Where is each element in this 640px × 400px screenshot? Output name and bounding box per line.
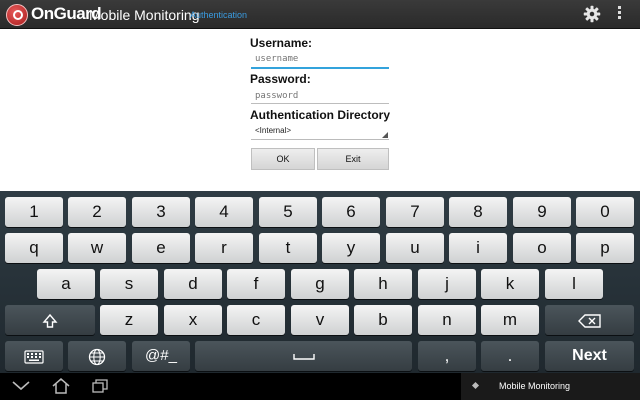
language-key[interactable] [68, 341, 126, 371]
keyboard-notification-icon [471, 381, 480, 390]
symbols-key[interactable]: @#_ [132, 341, 190, 371]
key[interactable]: l [545, 269, 603, 299]
exit-button[interactable]: Exit [317, 148, 389, 170]
auth-directory-value: <Internal> [255, 126, 292, 135]
key[interactable]: k [481, 269, 539, 299]
username-label: Username: [250, 36, 313, 50]
back-icon[interactable] [12, 381, 30, 391]
key[interactable]: 4 [195, 197, 253, 227]
app-bar: OnGuard Mobile Monitoring Authentication [0, 0, 640, 29]
password-label: Password: [250, 72, 311, 86]
shift-icon [42, 313, 58, 328]
overflow-menu-icon[interactable] [616, 6, 622, 22]
screen-title: Authentication [190, 10, 248, 20]
key[interactable]: z [100, 305, 158, 335]
key[interactable]: j [418, 269, 476, 299]
comma-key[interactable]: , [418, 341, 476, 371]
ok-button[interactable]: OK [251, 148, 315, 170]
key[interactable]: 8 [449, 197, 507, 227]
next-key[interactable]: Next [545, 341, 634, 371]
shift-key[interactable] [5, 305, 95, 335]
gear-icon[interactable] [583, 5, 601, 23]
keyboard-icon [24, 349, 44, 364]
space-bar-icon [292, 353, 315, 360]
key[interactable]: n [418, 305, 476, 335]
key[interactable]: e [132, 233, 190, 263]
username-input[interactable] [252, 52, 394, 66]
key[interactable]: 6 [322, 197, 380, 227]
key[interactable]: t [259, 233, 317, 263]
key[interactable]: a [37, 269, 95, 299]
key[interactable]: 9 [513, 197, 571, 227]
key[interactable]: x [164, 305, 222, 335]
key[interactable]: 1 [5, 197, 63, 227]
key[interactable]: m [481, 305, 539, 335]
backspace-key[interactable] [545, 305, 634, 335]
onguard-logo-icon [6, 4, 28, 26]
key[interactable]: 0 [576, 197, 634, 227]
notification-area[interactable]: Mobile Monitoring [461, 373, 640, 400]
key[interactable]: y [322, 233, 380, 263]
key[interactable]: d [164, 269, 222, 299]
key[interactable]: c [227, 305, 285, 335]
key[interactable]: u [386, 233, 444, 263]
password-underline [251, 103, 389, 104]
key[interactable]: b [354, 305, 412, 335]
key[interactable]: 3 [132, 197, 190, 227]
password-input[interactable] [252, 89, 394, 103]
home-icon[interactable] [52, 378, 70, 394]
key[interactable]: h [354, 269, 412, 299]
username-focus-line [251, 67, 389, 69]
key[interactable]: p [576, 233, 634, 263]
key[interactable]: v [291, 305, 349, 335]
recent-apps-icon[interactable] [92, 379, 108, 393]
auth-directory-label: Authentication Directory [250, 108, 391, 122]
key[interactable]: i [449, 233, 507, 263]
keyboard-settings-key[interactable] [5, 341, 63, 371]
auth-directory-select[interactable]: <Internal> [251, 123, 389, 140]
key[interactable]: 5 [259, 197, 317, 227]
key[interactable]: o [513, 233, 571, 263]
space-key[interactable] [195, 341, 412, 371]
key[interactable]: q [5, 233, 63, 263]
key[interactable]: w [68, 233, 126, 263]
globe-icon [88, 348, 106, 365]
key[interactable]: g [291, 269, 349, 299]
key[interactable]: f [227, 269, 285, 299]
key[interactable]: 2 [68, 197, 126, 227]
key[interactable]: s [100, 269, 158, 299]
backspace-icon [577, 313, 601, 328]
notification-text: Mobile Monitoring [499, 381, 571, 391]
system-nav-bar: Mobile Monitoring [0, 373, 640, 400]
key[interactable]: 7 [386, 197, 444, 227]
app-brand-subtitle: Mobile Monitoring [89, 7, 200, 23]
soft-keyboard: 1 2 3 4 5 6 7 8 9 0 q w e r t y u i o p … [0, 191, 640, 373]
key[interactable]: r [195, 233, 253, 263]
dropdown-corner-icon [382, 132, 388, 138]
login-form: Username: Password: Authentication Direc… [0, 29, 640, 191]
period-key[interactable]: . [481, 341, 539, 371]
